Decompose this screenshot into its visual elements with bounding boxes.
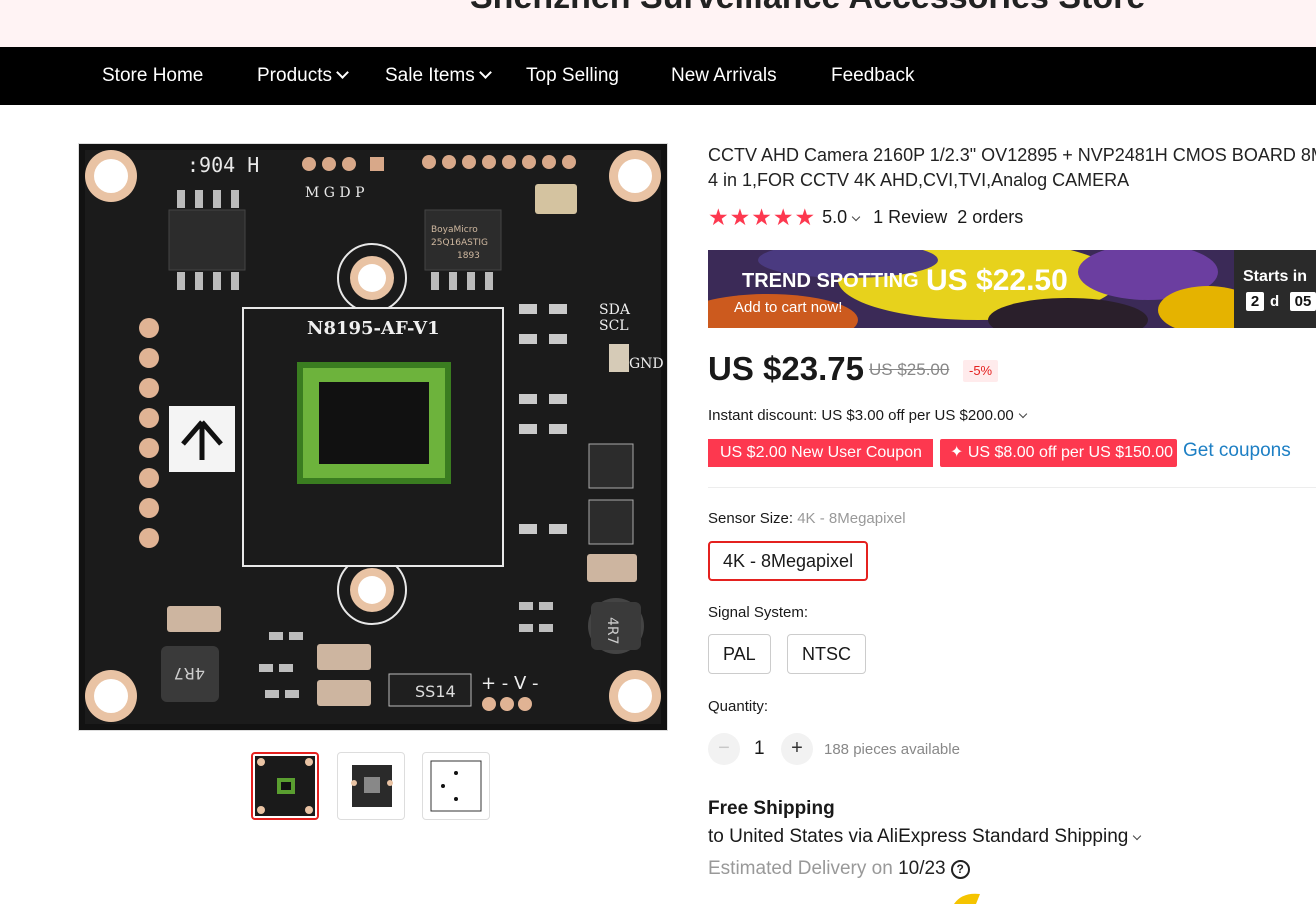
- svg-text:N8195-AF-V1: N8195-AF-V1: [307, 318, 440, 339]
- countdown-hours: 05: [1290, 292, 1316, 311]
- sensor-size-label: Sensor Size: 4K - 8Megapixel: [708, 510, 906, 527]
- discount-badge: -5%: [963, 360, 999, 382]
- quantity-increase-button[interactable]: +: [781, 733, 813, 765]
- sensor-size-title: Sensor Size:: [708, 510, 794, 527]
- trend-spotting-banner[interactable]: TREND SPOTTING US $22.50 Add to cart now…: [708, 250, 1316, 328]
- nav-store-home[interactable]: Store Home: [102, 65, 203, 87]
- countdown-label: Starts in: [1243, 268, 1308, 285]
- delivery-prefix: Estimated Delivery on: [708, 858, 899, 879]
- signal-option-ntsc[interactable]: NTSC: [787, 634, 866, 674]
- signal-option-pal[interactable]: PAL: [708, 634, 771, 674]
- quantity-label: Quantity:: [708, 698, 769, 715]
- trend-price: US $22.50: [926, 264, 1068, 297]
- signal-system-label: Signal System:: [708, 604, 809, 621]
- star-icon: ★: [729, 204, 751, 230]
- countdown-days-unit: d: [1270, 293, 1280, 310]
- thumbnail-2[interactable]: [337, 752, 405, 820]
- nav-top-selling[interactable]: Top Selling: [526, 65, 619, 87]
- store-coupon[interactable]: ✦ US $8.00 off per US $150.00: [940, 439, 1177, 467]
- thumbnail-2-image: [351, 765, 393, 807]
- shipping-method-text: to United States via AliExpress Standard…: [708, 826, 1129, 847]
- nav-sale-items-label: Sale Items: [385, 65, 475, 86]
- star-icon: ★: [751, 204, 772, 230]
- estimated-delivery: Estimated Delivery on 10/23?: [708, 858, 970, 880]
- sensor-size-selected: 4K - 8Megapixel: [797, 510, 906, 527]
- divider: [708, 487, 1316, 488]
- rating-row: ★ ★ ★ ★ ★ 5.0 1 Review 2 orders: [708, 205, 1023, 229]
- store-header: Shenzhen Surveillance Accessories Store: [0, 0, 1316, 47]
- chevron-down-icon: [851, 212, 861, 221]
- review-count-link[interactable]: 1 Review: [873, 207, 947, 228]
- store-navbar: Store Home Products Sale Items Top Selli…: [0, 47, 1316, 105]
- sensor-option-4k[interactable]: 4K - 8Megapixel: [708, 541, 869, 581]
- countdown-days: 2: [1246, 292, 1264, 311]
- chevron-down-icon: [1133, 831, 1142, 841]
- star-icon: ★: [708, 204, 729, 230]
- original-price: US $25.00: [869, 360, 950, 379]
- svg-text:SCL: SCL: [599, 318, 629, 334]
- star-icon: ★: [794, 204, 816, 230]
- instant-discount[interactable]: Instant discount: US $3.00 off per US $2…: [708, 407, 1028, 424]
- decoration-icon: [954, 893, 980, 904]
- nav-products[interactable]: Products: [257, 65, 349, 87]
- rating-score-value: 5.0: [822, 206, 848, 227]
- product-title-line-1: CCTV AHD Camera 2160P 1/2.3" OV12895 + N…: [708, 145, 1316, 165]
- star-icon: ★: [772, 204, 794, 230]
- svg-text:1893: 1893: [457, 251, 480, 261]
- current-price: US $23.75: [708, 350, 864, 387]
- thumbnail-1-image: [255, 756, 315, 816]
- quantity-decrease-button[interactable]: −: [708, 733, 740, 765]
- rating-score[interactable]: 5.0: [822, 206, 861, 228]
- chevron-down-icon: [478, 66, 492, 79]
- thumbnail-3[interactable]: [422, 752, 490, 820]
- nav-new-arrivals[interactable]: New Arrivals: [671, 65, 777, 87]
- svg-text:BoyaMicro: BoyaMicro: [431, 225, 478, 235]
- instant-discount-text: Instant discount: US $3.00 off per US $2…: [708, 407, 1014, 424]
- svg-text:M G D P: M G D P: [305, 185, 365, 201]
- countdown-box: Starts in 2 d 05: [1234, 250, 1316, 328]
- svg-text:4R7: 4R7: [174, 664, 205, 683]
- trend-sub-text: Add to cart now!: [734, 299, 843, 316]
- svg-text:4R7: 4R7: [604, 617, 620, 645]
- help-icon[interactable]: ?: [950, 860, 970, 879]
- delivery-date: 10/23: [898, 858, 946, 879]
- thumbnail-1[interactable]: [251, 752, 319, 820]
- svg-text:SDA: SDA: [599, 302, 631, 318]
- pcb-board-image: :904 H M G D P BoyaMicro 25Q16ASTIG 1893…: [79, 144, 667, 730]
- svg-text::904 H: :904 H: [187, 153, 259, 177]
- svg-text:25Q16ASTIG: 25Q16ASTIG: [431, 238, 488, 248]
- product-title-line-2: 4 in 1,FOR CCTV 4K AHD,CVI,TVI,Analog CA…: [708, 170, 1130, 190]
- nav-feedback[interactable]: Feedback: [831, 65, 914, 87]
- nav-products-label: Products: [257, 65, 332, 86]
- shipping-title: Free Shipping: [708, 798, 835, 819]
- nav-sale-items[interactable]: Sale Items: [385, 65, 492, 87]
- new-user-coupon[interactable]: US $2.00 New User Coupon: [708, 439, 933, 467]
- quantity-available: 188 pieces available: [824, 741, 960, 758]
- svg-text:+ - V -: + - V -: [481, 673, 539, 694]
- thumbnail-3-image: [430, 760, 482, 812]
- product-main-image[interactable]: :904 H M G D P BoyaMicro 25Q16ASTIG 1893…: [78, 143, 668, 731]
- shipping-method-selector[interactable]: to United States via AliExpress Standard…: [708, 826, 1142, 848]
- chevron-down-icon: [1018, 409, 1028, 419]
- product-title: CCTV AHD Camera 2160P 1/2.3" OV12895 + N…: [708, 143, 1316, 193]
- store-title: Shenzhen Surveillance Accessories Store: [470, 0, 1145, 17]
- quantity-value[interactable]: 1: [754, 738, 765, 760]
- trend-label: TREND SPOTTING: [742, 270, 919, 292]
- order-count: 2 orders: [957, 206, 1024, 227]
- svg-text:GND: GND: [629, 356, 664, 372]
- chevron-down-icon: [336, 66, 349, 79]
- get-coupons-link[interactable]: Get coupons: [1183, 440, 1291, 462]
- svg-text:SS14: SS14: [415, 682, 456, 701]
